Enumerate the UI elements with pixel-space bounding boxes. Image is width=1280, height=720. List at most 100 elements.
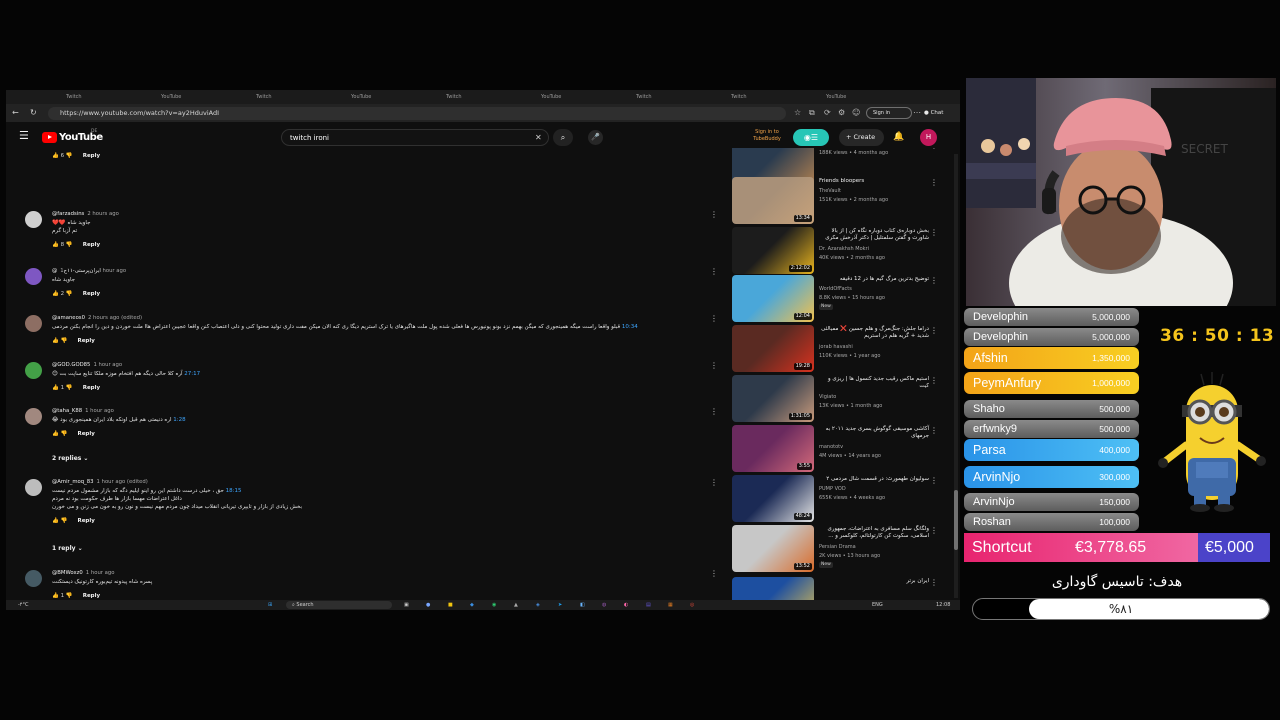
replies-toggle[interactable]: 1 reply ⌄ bbox=[52, 544, 83, 553]
related-video[interactable]: 13:34 Friends bloopers TheVault 151K views … bbox=[730, 177, 956, 227]
comment-more-icon[interactable]: ⋮ bbox=[710, 362, 718, 370]
video-thumbnail[interactable] bbox=[732, 577, 814, 600]
video-more-icon[interactable]: ⋮ bbox=[930, 148, 938, 150]
address-bar[interactable]: https://www.youtube.com/watch?v=ay2Hduvi… bbox=[48, 107, 786, 120]
comment-timestamp-link[interactable]: 27:17 bbox=[184, 371, 200, 377]
video-thumbnail[interactable]: 12:04 bbox=[732, 275, 814, 322]
video-thumbnail[interactable]: 48:24 bbox=[732, 475, 814, 522]
edge-icon[interactable]: ◆ bbox=[470, 601, 474, 609]
more-icon[interactable]: ⋯ bbox=[913, 107, 921, 119]
comment-time[interactable]: 2 hours ago bbox=[87, 211, 118, 217]
dislike-icon[interactable]: 👎 bbox=[64, 385, 73, 391]
video-channel[interactable]: PUMP VOD bbox=[819, 486, 846, 493]
video-title[interactable]: آکاشی موسیقی گوگوش بسری جدید ۲۰۱۱ به جرم… bbox=[819, 426, 929, 440]
related-video[interactable]: 13:52 ولگانگ سلم مسافری به اعتراضات، جمهو… bbox=[730, 525, 956, 575]
commenter-avatar[interactable] bbox=[25, 315, 42, 332]
clock[interactable]: 12:08 bbox=[936, 601, 950, 609]
clear-search-icon[interactable]: ✕ bbox=[535, 133, 542, 143]
chrome-icon[interactable]: ◎ bbox=[690, 601, 694, 609]
browser-tab[interactable]: YouTube bbox=[541, 92, 621, 102]
video-thumbnail[interactable]: 2:12:02 bbox=[732, 227, 814, 274]
video-channel[interactable]: WorldOfFacts bbox=[819, 286, 852, 293]
premiere-icon[interactable]: ▤ bbox=[646, 601, 651, 609]
task-view-icon[interactable]: ▣ bbox=[404, 601, 409, 609]
video-channel[interactable]: Vigiato bbox=[819, 394, 836, 401]
reply-button[interactable]: Reply bbox=[83, 291, 100, 297]
video-title[interactable]: بخش دوباره‌ی کتاب دوباره نگاه کن | از با… bbox=[819, 228, 929, 242]
obs-icon[interactable]: ◍ bbox=[602, 601, 606, 609]
comment-author[interactable]: @GOD.GOD85 bbox=[52, 362, 90, 368]
browser-tab[interactable]: Twitch bbox=[66, 92, 146, 102]
scrollbar-thumb[interactable] bbox=[954, 490, 958, 550]
like-icon[interactable]: 👍 bbox=[52, 518, 61, 524]
comment-timestamp-link[interactable]: 10:34 bbox=[622, 324, 638, 330]
browser-signin-button[interactable]: Sign in bbox=[866, 107, 912, 119]
comment-time[interactable]: 1 hour ago bbox=[93, 362, 122, 368]
browser-tab[interactable]: Twitch bbox=[731, 92, 811, 102]
comment-more-icon[interactable]: ⋮ bbox=[710, 408, 718, 416]
video-thumbnail[interactable]: 19:28 bbox=[732, 325, 814, 372]
taskbar-search[interactable]: ⌕ Search bbox=[286, 601, 392, 609]
scrollbar[interactable] bbox=[954, 154, 958, 598]
video-more-icon[interactable]: ⋮ bbox=[930, 229, 938, 237]
search-button[interactable]: ⌕ bbox=[553, 129, 573, 146]
file-explorer-icon[interactable]: ■ bbox=[448, 601, 453, 609]
video-more-icon[interactable]: ⋮ bbox=[930, 179, 938, 187]
refresh-icon[interactable]: ⟳ bbox=[824, 107, 831, 119]
video-thumbnail[interactable]: 13:52 bbox=[732, 525, 814, 572]
video-more-icon[interactable]: ⋮ bbox=[930, 377, 938, 385]
reload-icon[interactable]: ↻ bbox=[30, 108, 37, 118]
related-video[interactable]: 48:24 سولیوان طهمورث: در قسمت شال مردمی ۲… bbox=[730, 475, 956, 525]
dislike-icon[interactable]: 👎 bbox=[61, 338, 68, 344]
video-more-icon[interactable]: ⋮ bbox=[930, 427, 938, 435]
dislike-icon[interactable]: 👎 bbox=[64, 291, 73, 297]
comment-author[interactable]: @BMWoxz0 bbox=[52, 570, 83, 576]
copilot-chat-button[interactable]: ● Chat bbox=[924, 108, 943, 118]
back-icon[interactable]: ← bbox=[12, 108, 19, 118]
commenter-avatar[interactable] bbox=[25, 211, 42, 228]
instagram-icon[interactable]: ◐ bbox=[624, 601, 628, 609]
comment-time[interactable]: 1 hour ago bbox=[86, 570, 115, 576]
comment-more-icon[interactable]: ⋮ bbox=[710, 268, 718, 276]
dislike-icon[interactable]: 👎 bbox=[64, 593, 73, 599]
dislike-icon[interactable]: 👎 bbox=[64, 153, 73, 159]
reply-button[interactable]: Reply bbox=[83, 242, 100, 248]
video-more-icon[interactable]: ⋮ bbox=[930, 277, 938, 285]
like-icon[interactable]: 👍 bbox=[52, 242, 61, 248]
reply-button[interactable]: Reply bbox=[77, 338, 94, 344]
video-channel[interactable]: jorab havashi bbox=[819, 344, 853, 351]
video-title[interactable]: Friends bloopers bbox=[819, 178, 929, 185]
video-more-icon[interactable]: ⋮ bbox=[930, 327, 938, 335]
comment-more-icon[interactable]: ⋮ bbox=[710, 479, 718, 487]
search-input[interactable]: twitch ironi ✕ bbox=[281, 129, 549, 146]
comment-author[interactable]: @taha_K88 bbox=[52, 408, 82, 414]
reply-button[interactable]: Reply bbox=[77, 518, 94, 524]
dislike-icon[interactable]: 👎 bbox=[61, 518, 68, 524]
browser-tab[interactable]: Twitch bbox=[446, 92, 526, 102]
related-video[interactable]: 12:04 توضیح بدترین مرگ گیم ها در 12 دقیقه… bbox=[730, 275, 956, 325]
commenter-avatar[interactable] bbox=[25, 362, 42, 379]
comment-author[interactable]: @amaneos0 bbox=[52, 315, 85, 321]
comment-timestamp-link[interactable]: 18:15 bbox=[226, 488, 242, 494]
comment-author[interactable]: @Amir_moq_83 bbox=[52, 479, 94, 485]
account-avatar[interactable]: H bbox=[920, 129, 937, 146]
related-video[interactable]: 19:28 دراما جلش: جنگ‌مرگ و هلم جسین ❌ ممی… bbox=[730, 325, 956, 375]
browser-tab[interactable]: YouTube bbox=[161, 92, 241, 102]
browser-tab[interactable]: Twitch bbox=[256, 92, 336, 102]
dislike-icon[interactable]: 👎 bbox=[61, 431, 68, 437]
browser-tab[interactable]: Twitch bbox=[636, 92, 716, 102]
like-icon[interactable]: 👍 bbox=[52, 291, 61, 297]
comment-time[interactable]: 2 hours ago (edited) bbox=[88, 315, 142, 321]
video-title[interactable]: استیم ماکس رقیب جدید کنسول ها | ریزی و ک… bbox=[819, 376, 929, 390]
comment-author[interactable]: @farzadsins bbox=[52, 211, 84, 217]
like-icon[interactable]: 👍 bbox=[52, 338, 61, 344]
browser-tab[interactable]: YouTube bbox=[826, 92, 906, 102]
related-video[interactable]: 1:31:05 استیم ماکس رقیب جدید کنسول ها | ر… bbox=[730, 375, 956, 425]
like-icon[interactable]: 👍 bbox=[52, 593, 61, 599]
related-video[interactable]: ایران برتر ⋮ bbox=[730, 577, 956, 600]
video-thumbnail[interactable]: 1:31:05 bbox=[732, 375, 814, 422]
reply-button[interactable]: Reply bbox=[83, 385, 100, 391]
comment-more-icon[interactable]: ⋮ bbox=[710, 315, 718, 323]
chat-app-icon[interactable]: ● bbox=[426, 601, 430, 609]
related-video[interactable]: 3:55 آکاشی موسیقی گوگوش بسری جدید ۲۰۱۱ به… bbox=[730, 425, 956, 475]
